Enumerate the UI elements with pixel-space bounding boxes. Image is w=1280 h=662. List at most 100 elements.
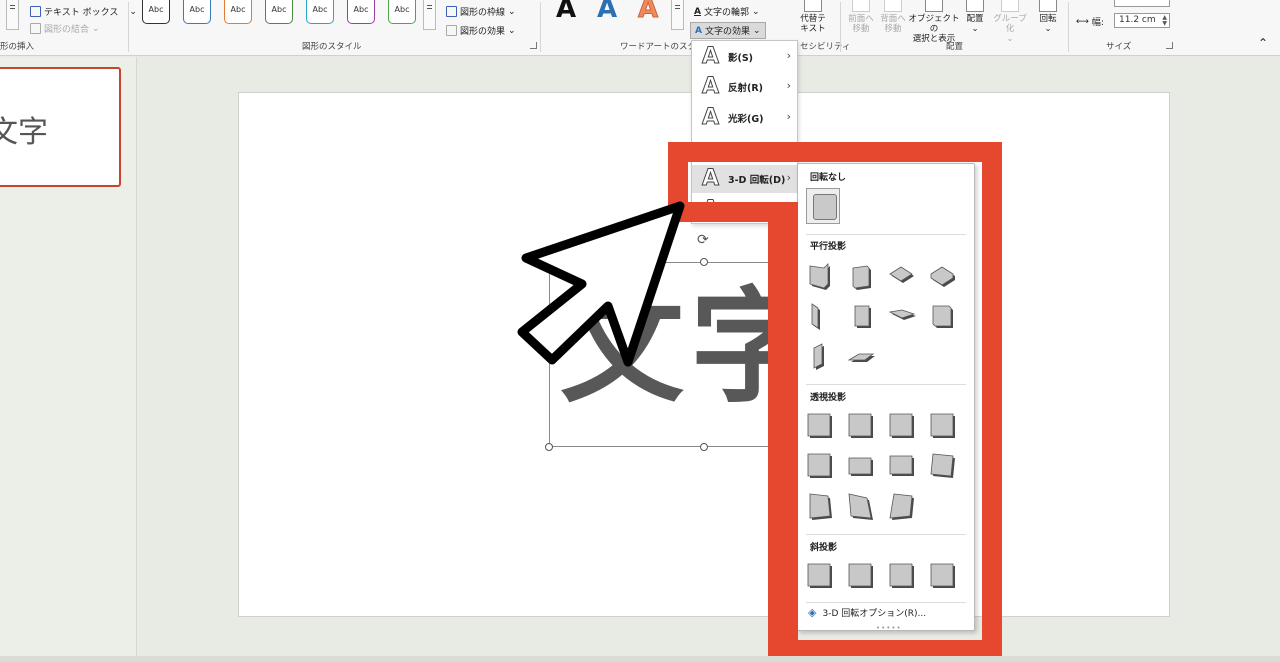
rotate-button[interactable]: 回転 ⌄ <box>1034 0 1062 34</box>
rotation-preset-option[interactable] <box>804 410 834 440</box>
divider <box>806 234 966 235</box>
rotation-preset-option[interactable] <box>886 560 916 590</box>
rotation-preset-option[interactable] <box>845 560 875 590</box>
text-outline-button[interactable]: A 文字の輪郭 ⌄ <box>694 5 760 19</box>
slide-thumbnail-pane: 文字 <box>0 57 137 662</box>
chevron-down-icon: ⌄ <box>751 6 760 17</box>
slide-thumbnail[interactable]: 文字 <box>0 67 121 187</box>
rotation-preset-option[interactable] <box>804 450 834 480</box>
selection-pane-button[interactable]: オブジェクトの 選択と表示 <box>908 0 960 44</box>
chevron-down-icon: ⌄ <box>1044 24 1052 34</box>
alt-text-button[interactable]: 代替テ キスト <box>798 0 828 34</box>
collapse-ribbon-icon[interactable]: ⌃ <box>1258 36 1268 50</box>
rotation-preset-option[interactable] <box>886 300 916 330</box>
glow-effect-icon: A <box>702 105 720 131</box>
rotation-preset-option[interactable] <box>804 560 834 590</box>
no-rotation-option[interactable] <box>806 188 840 224</box>
shape-style-preset[interactable]: Abc <box>142 0 170 24</box>
shape-style-preset[interactable]: Abc <box>183 0 211 24</box>
chevron-down-icon: ⌄ <box>92 23 100 34</box>
section-header-perspective: 透視投影 <box>810 393 847 403</box>
selection-frame <box>549 262 779 447</box>
rotation-preset-option[interactable] <box>927 260 957 290</box>
shape-style-preset[interactable]: Abc <box>388 0 416 24</box>
rotation-preset-option[interactable] <box>804 260 834 290</box>
rotation-preset-option[interactable] <box>886 490 916 520</box>
height-field[interactable] <box>1114 0 1170 7</box>
alt-text-icon <box>804 0 822 12</box>
size-dialog-launcher[interactable] <box>1166 42 1173 49</box>
merge-shapes-icon <box>30 23 41 34</box>
chevron-right-icon: › <box>786 49 791 62</box>
rotation-preset-option[interactable] <box>886 260 916 290</box>
rotation-preset-option[interactable] <box>804 490 834 520</box>
spin-arrows-icon[interactable]: ▲ ▼ <box>1162 15 1167 27</box>
shape-style-preset[interactable]: Abc <box>306 0 334 24</box>
text-effects-icon: A <box>695 25 702 36</box>
width-field[interactable]: 11.2 cm ▲ ▼ <box>1114 13 1170 28</box>
transform-effect-icon: A <box>702 197 720 223</box>
wordart-style-orange[interactable]: A <box>637 0 658 25</box>
text-box-button[interactable]: テキスト ボックス ⌄ <box>30 5 137 18</box>
rotation-preset-option[interactable] <box>845 490 875 520</box>
merge-shapes-button[interactable]: 図形の結合 ⌄ <box>30 22 100 35</box>
divider <box>806 384 966 385</box>
rotation-preset-option[interactable] <box>845 410 875 440</box>
rotation-preset-option[interactable] <box>927 410 957 440</box>
wordart-style-blue[interactable]: A <box>597 0 617 24</box>
rotation-preset-option[interactable] <box>804 340 834 370</box>
rotation-preset-option[interactable] <box>927 560 957 590</box>
text-effects-button[interactable]: A 文字の効果 ⌄ <box>690 22 766 39</box>
thumbnail-text: 文字 <box>0 115 48 150</box>
align-button[interactable]: 配置 ⌄ <box>962 0 988 34</box>
section-header-oblique: 斜投影 <box>810 543 838 553</box>
shape-effects-icon <box>446 25 457 36</box>
shape-outline-button[interactable]: 図形の枠線 ⌄ <box>446 5 516 18</box>
shape-style-preset[interactable]: Abc <box>347 0 375 24</box>
arrange-group-label: 配置 <box>946 42 964 52</box>
width-label: ⟷ 幅: <box>1076 16 1104 29</box>
wordart-style-black[interactable]: A <box>556 0 576 24</box>
group-separator <box>1068 2 1069 52</box>
shape-effects-button[interactable]: 図形の効果 ⌄ <box>446 24 516 37</box>
rotation-preset-option[interactable] <box>845 340 875 370</box>
text-effects-menu: A 影(S) › A 反射(R) › A 光彩(G) › A 3-D 回転(D)… <box>691 40 798 224</box>
shape-style-gallery-scroll[interactable] <box>423 0 436 30</box>
bring-forward-button[interactable]: 前面へ 移動 <box>846 0 876 34</box>
menu-item-reflection[interactable]: A 反射(R) › <box>692 73 797 101</box>
rotation-preset-option[interactable] <box>886 410 916 440</box>
rotation-preset-option[interactable] <box>804 300 834 330</box>
chevron-down-icon: ⌄ <box>508 25 516 36</box>
menu-item-glow[interactable]: A 光彩(G) › <box>692 104 797 132</box>
resize-handle-tl[interactable] <box>545 443 553 451</box>
resize-handle-bm[interactable] <box>700 443 708 451</box>
group-objects-icon <box>1001 0 1019 12</box>
text-outline-icon: A <box>694 6 701 17</box>
rotation-preset-option[interactable] <box>927 450 957 480</box>
menu-item-3d-rotation[interactable]: A 3-D 回転(D) › <box>692 165 797 193</box>
shape-gallery-scroll[interactable] <box>6 0 19 30</box>
rotation-preset-option[interactable] <box>927 300 957 330</box>
shape-styles-dialog-launcher[interactable] <box>530 42 537 49</box>
shape-style-preset[interactable]: Abc <box>265 0 293 24</box>
reflection-effect-icon: A <box>702 74 720 100</box>
3d-rotation-options-link[interactable]: ◈ 3-D 回転オプション(R)... <box>808 606 926 619</box>
rotation-preset-option[interactable] <box>845 450 875 480</box>
group-objects-button[interactable]: グループ化 ⌄ <box>990 0 1030 44</box>
width-icon: ⟷ <box>1076 16 1089 27</box>
send-backward-button[interactable]: 背面へ 移動 <box>878 0 908 34</box>
rotate-handle-icon[interactable]: ⟳ <box>697 232 709 248</box>
ribbon: テキスト ボックス ⌄ 図形の結合 ⌄ 形の挿入 Abc Abc Abc Abc Abc… <box>0 0 1280 56</box>
rotation-preset-option[interactable] <box>845 300 875 330</box>
rotation-preset-option[interactable] <box>845 260 875 290</box>
send-backward-icon <box>884 0 902 12</box>
rotation-preset-option[interactable] <box>886 450 916 480</box>
pen-icon <box>446 6 457 17</box>
resize-grip-icon[interactable]: ••••• <box>876 624 902 632</box>
wordart-gallery-scroll[interactable] <box>671 0 684 30</box>
shape-style-preset[interactable]: Abc <box>224 0 252 24</box>
resize-handle-tm[interactable] <box>700 258 708 266</box>
accessibility-group-label: セシビリティ <box>800 42 851 52</box>
menu-item-transform[interactable]: A 変形(T) › <box>692 196 797 224</box>
menu-item-shadow[interactable]: A 影(S) › <box>692 43 797 71</box>
